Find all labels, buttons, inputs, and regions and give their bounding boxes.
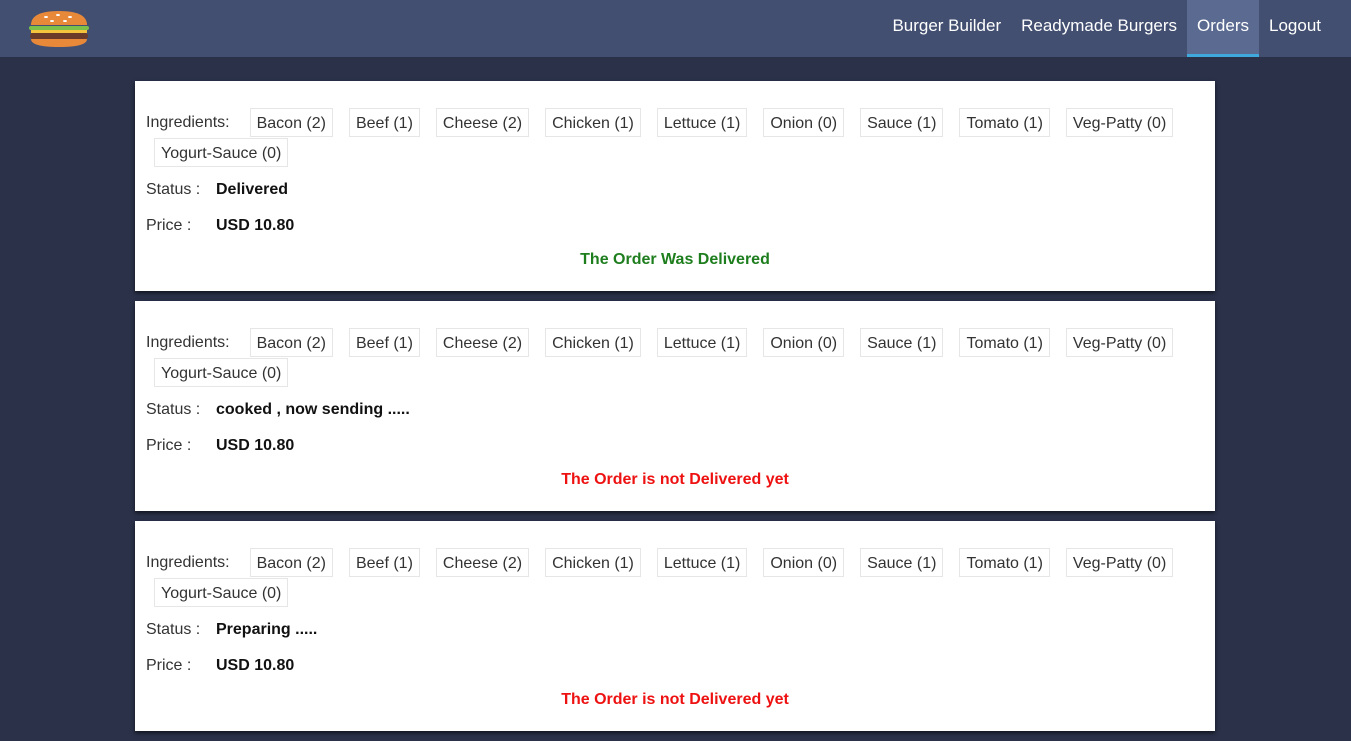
delivery-message: The Order is not Delivered yet xyxy=(561,691,789,708)
status-row: Status : Preparing ..... xyxy=(146,617,1204,643)
ingredient-chip: Yogurt-Sauce (0) xyxy=(154,358,289,387)
nav-readymade-burgers[interactable]: Readymade Burgers xyxy=(1011,0,1187,57)
price-value: USD 10.80 xyxy=(216,217,295,234)
delivery-message: The Order is not Delivered yet xyxy=(561,471,789,488)
ingredient-chip: Sauce (1) xyxy=(860,548,944,577)
ingredient-chip: Yogurt-Sauce (0) xyxy=(154,578,289,607)
nav-logout[interactable]: Logout xyxy=(1259,0,1331,57)
status-value: Delivered xyxy=(216,181,289,198)
ingredient-chip: Chicken (1) xyxy=(545,328,641,357)
ingredient-chip: Veg-Patty (0) xyxy=(1065,108,1174,137)
price-label: Price : xyxy=(146,657,192,674)
status-label: Status : xyxy=(146,401,201,418)
ingredient-chip: Beef (1) xyxy=(348,328,420,357)
price-row: Price : USD 10.80 xyxy=(146,433,1204,459)
ingredients-list: Ingredients: Bacon (2) Beef (1) Cheese (… xyxy=(146,547,1204,607)
ingredient-chip: Bacon (2) xyxy=(249,328,333,357)
main-nav: Burger Builder Readymade Burgers Orders … xyxy=(882,0,1331,57)
ingredient-chip: Veg-Patty (0) xyxy=(1065,328,1174,357)
ingredients-list: Ingredients: Bacon (2) Beef (1) Cheese (… xyxy=(146,327,1204,387)
ingredient-chip: Onion (0) xyxy=(763,328,845,357)
orders-list: Ingredients: Bacon (2) Beef (1) Cheese (… xyxy=(135,81,1215,741)
status-label: Status : xyxy=(146,181,201,198)
ingredient-chip: Tomato (1) xyxy=(959,328,1050,357)
status-row: Status : Delivered xyxy=(146,177,1204,203)
nav-burger-builder[interactable]: Burger Builder xyxy=(882,0,1011,57)
status-value: Preparing ..... xyxy=(216,621,318,638)
status-label: Status : xyxy=(146,621,201,638)
ingredient-chip: Lettuce (1) xyxy=(656,328,748,357)
ingredient-chip: Onion (0) xyxy=(763,108,845,137)
delivery-message: The Order Was Delivered xyxy=(580,251,770,268)
burger-icon[interactable] xyxy=(28,8,90,48)
top-navbar: Burger Builder Readymade Burgers Orders … xyxy=(0,0,1351,57)
price-label: Price : xyxy=(146,217,192,234)
order-card: Ingredients: Bacon (2) Beef (1) Cheese (… xyxy=(135,81,1215,291)
ingredient-chip: Cheese (2) xyxy=(435,328,530,357)
ingredient-chip: Sauce (1) xyxy=(860,328,944,357)
ingredient-chip: Tomato (1) xyxy=(959,548,1050,577)
price-label: Price : xyxy=(146,437,192,454)
ingredient-chip: Chicken (1) xyxy=(545,108,641,137)
ingredient-chip: Cheese (2) xyxy=(435,108,530,137)
nav-orders[interactable]: Orders xyxy=(1187,0,1259,57)
ingredient-chip: Cheese (2) xyxy=(435,548,530,577)
ingredients-label: Ingredients: xyxy=(146,114,230,131)
ingredient-chip: Lettuce (1) xyxy=(656,548,748,577)
ingredient-chip: Yogurt-Sauce (0) xyxy=(154,138,289,167)
ingredient-chip: Beef (1) xyxy=(348,108,420,137)
price-row: Price : USD 10.80 xyxy=(146,653,1204,679)
ingredient-chip: Veg-Patty (0) xyxy=(1065,548,1174,577)
status-value: cooked , now sending ..... xyxy=(216,401,410,418)
ingredients-label: Ingredients: xyxy=(146,554,230,571)
ingredients-label: Ingredients: xyxy=(146,334,230,351)
status-row: Status : cooked , now sending ..... xyxy=(146,397,1204,423)
ingredient-chip: Sauce (1) xyxy=(860,108,944,137)
price-row: Price : USD 10.80 xyxy=(146,213,1204,239)
ingredient-chip: Bacon (2) xyxy=(249,108,333,137)
ingredient-chip: Onion (0) xyxy=(763,548,845,577)
order-card: Ingredients: Bacon (2) Beef (1) Cheese (… xyxy=(135,521,1215,731)
order-card: Ingredients: Bacon (2) Beef (1) Cheese (… xyxy=(135,301,1215,511)
ingredient-chip: Chicken (1) xyxy=(545,548,641,577)
price-value: USD 10.80 xyxy=(216,657,295,674)
ingredient-chip: Lettuce (1) xyxy=(656,108,748,137)
ingredient-chip: Tomato (1) xyxy=(959,108,1050,137)
price-value: USD 10.80 xyxy=(216,437,295,454)
ingredients-list: Ingredients: Bacon (2) Beef (1) Cheese (… xyxy=(146,107,1204,167)
ingredient-chip: Beef (1) xyxy=(348,548,420,577)
ingredient-chip: Bacon (2) xyxy=(249,548,333,577)
